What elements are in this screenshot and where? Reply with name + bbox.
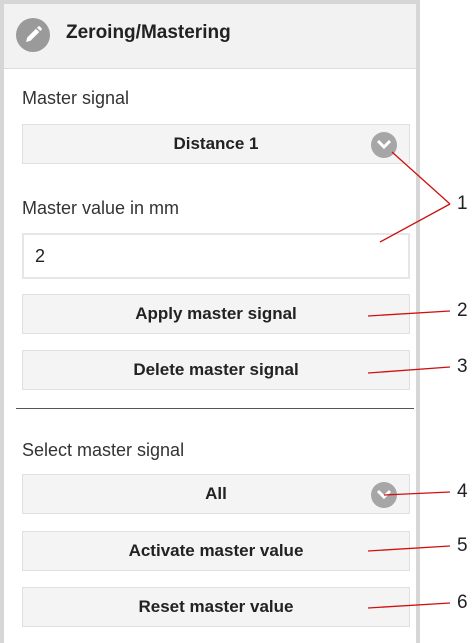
callout-line-3 — [367, 366, 451, 374]
callout-lines — [367, 151, 451, 609]
callout-number-4: 4 — [457, 481, 468, 502]
callout-line-5 — [367, 545, 451, 552]
callout-number-1: 1 — [457, 193, 468, 214]
callout-line-2 — [367, 310, 451, 317]
callout-line-6 — [367, 602, 451, 609]
callout-line-1b — [379, 203, 451, 243]
callout-number-3: 3 — [457, 356, 468, 377]
callout-line-1a — [391, 151, 451, 205]
callout-number-2: 2 — [457, 300, 468, 321]
callout-number-5: 5 — [457, 535, 468, 556]
callout-number-6: 6 — [457, 592, 468, 613]
callout-line-4 — [383, 491, 451, 496]
